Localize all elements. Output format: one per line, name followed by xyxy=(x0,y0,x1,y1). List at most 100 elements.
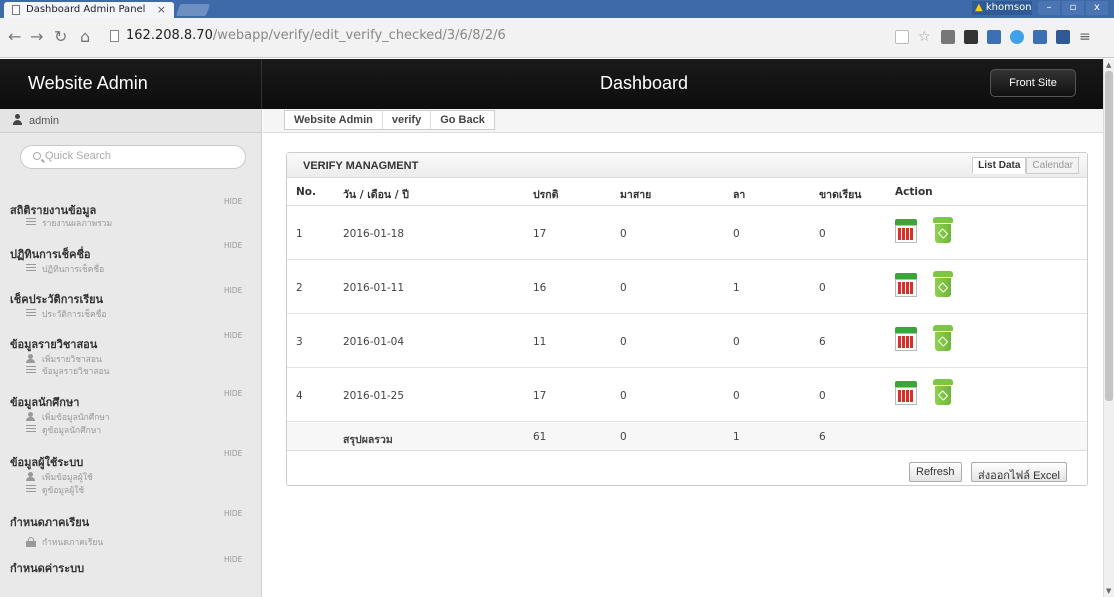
download-icon[interactable] xyxy=(987,30,1001,44)
hide-toggle[interactable]: HIDE xyxy=(224,286,242,295)
cell-absent: 0 xyxy=(819,282,826,294)
section-title[interactable]: เช็คประวัติการเรียน xyxy=(10,290,103,308)
section-title[interactable]: กำหนดภาคเรียน xyxy=(10,513,89,531)
breadcrumb-website-admin[interactable]: Website Admin xyxy=(285,111,383,129)
cell-leave: 0 xyxy=(733,336,740,348)
star-icon[interactable]: ☆ xyxy=(918,30,932,44)
maximize-button[interactable]: ▫ xyxy=(1062,1,1084,15)
sidebar-item-add-student[interactable]: เพิ่มข้อมูลนักศึกษา xyxy=(26,410,110,424)
hide-toggle[interactable]: HIDE xyxy=(224,509,242,518)
hide-toggle[interactable]: HIDE xyxy=(224,241,242,250)
recycle-bin-icon[interactable] xyxy=(933,217,953,243)
cell-absent: 0 xyxy=(819,228,826,240)
list-icon xyxy=(26,264,36,272)
verify-panel: VERIFY MANAGMENT List Data Calendar No. … xyxy=(286,152,1088,486)
section-title[interactable]: ข้อมูลรายวิชาสอน xyxy=(10,335,97,353)
back-arrow-icon[interactable]: ← xyxy=(8,27,21,46)
table-row: 4 2016-01-25 17 0 0 0 xyxy=(287,368,1087,422)
cell-date: 2016-01-18 xyxy=(343,228,405,240)
cell-leave: 1 xyxy=(733,282,740,294)
export-excel-button[interactable]: ส่งออกไฟล์ Excel xyxy=(971,462,1067,482)
user-name: admin xyxy=(29,115,59,127)
sidebar-item-course-list[interactable]: ข้อมูลรายวิชาสอน xyxy=(26,364,109,378)
section-title[interactable]: ข้อมูลนักศึกษา xyxy=(10,393,79,411)
recycle-bin-icon[interactable] xyxy=(933,271,953,297)
cell-date: 2016-01-04 xyxy=(343,336,405,348)
cell-absent: 0 xyxy=(819,390,826,402)
tab-close-icon[interactable]: × xyxy=(157,3,166,16)
tab-title: Dashboard Admin Panel xyxy=(26,4,146,15)
hide-toggle[interactable]: HIDE xyxy=(224,555,242,564)
scroll-down-icon[interactable]: ▼ xyxy=(1106,587,1111,595)
add-user-icon xyxy=(26,412,36,421)
sidebar-item-overview-report[interactable]: รายงานผลภาพรวม xyxy=(26,216,112,230)
new-tab-button[interactable] xyxy=(175,4,211,16)
section-title[interactable]: ปฏิทินการเช็คชื่อ xyxy=(10,245,91,263)
hide-toggle[interactable]: HIDE xyxy=(224,331,242,340)
tab-calendar[interactable]: Calendar xyxy=(1026,157,1079,174)
save-icon[interactable] xyxy=(1033,30,1047,44)
home-icon[interactable]: ⌂ xyxy=(80,27,90,46)
view-tabs: List Data Calendar xyxy=(972,157,1079,174)
sidebar-item-view-users[interactable]: ดูข้อมูลผู้ใช้ xyxy=(26,483,84,497)
section-title[interactable]: ข้อมูลผู้ใช้ระบบ xyxy=(10,453,83,471)
cell-late: 0 xyxy=(620,282,627,294)
user-bar[interactable]: admin xyxy=(0,109,261,133)
tab-list-data[interactable]: List Data xyxy=(972,157,1027,174)
reload-icon[interactable]: ↻ xyxy=(54,27,67,46)
sidebar: admin Quick Search สถิติรายงานข้อมูล HID… xyxy=(0,109,262,597)
hide-toggle[interactable]: HIDE xyxy=(224,389,242,398)
extension-icon[interactable] xyxy=(941,30,955,44)
cell-present: 17 xyxy=(533,390,547,402)
col-no: No. xyxy=(296,186,316,198)
window-user-badge[interactable]: ▲ khomson xyxy=(972,1,1032,15)
recycle-bin-icon[interactable] xyxy=(933,379,953,405)
calendar-icon[interactable] xyxy=(895,273,917,297)
battery-icon[interactable] xyxy=(964,30,978,44)
page-scrollbar[interactable]: ▲ ▼ xyxy=(1103,59,1114,597)
hide-toggle[interactable]: HIDE xyxy=(224,197,242,206)
sidebar-item-set-semester[interactable]: กำหนดภาคเรียน xyxy=(26,535,103,549)
sidebar-item-checkin-calendar[interactable]: ปฏิทินการเช็คชื่อ xyxy=(26,262,104,276)
breadcrumb-verify[interactable]: verify xyxy=(383,111,432,129)
browser-tab[interactable]: Dashboard Admin Panel × xyxy=(4,2,174,18)
cell-no: 2 xyxy=(296,282,303,294)
close-window-button[interactable]: x xyxy=(1086,1,1108,15)
calendar-icon[interactable] xyxy=(895,381,917,405)
pocket-icon[interactable] xyxy=(1056,30,1070,44)
sidebar-item-label: ประวัติการเช็คชื่อ xyxy=(42,310,107,320)
sidebar-item-add-user[interactable]: เพิ่มข้อมูลผู้ใช้ xyxy=(26,470,93,484)
table-row: 2 2016-01-11 16 0 1 0 xyxy=(287,260,1087,314)
breadcrumb-go-back[interactable]: Go Back xyxy=(431,111,494,129)
calendar-icon[interactable] xyxy=(895,219,917,243)
translate-icon[interactable] xyxy=(895,30,909,44)
sidebar-item-view-students[interactable]: ดูข้อมูลนักศึกษา xyxy=(26,423,101,437)
recycle-bin-icon[interactable] xyxy=(933,325,953,351)
brand-title[interactable]: Website Admin xyxy=(0,59,262,109)
url-input[interactable]: 162.208.8.70/webapp/verify/edit_verify_c… xyxy=(108,25,993,49)
list-icon xyxy=(26,485,36,493)
section-title[interactable]: กำหนดค่าระบบ xyxy=(10,559,84,577)
minimize-button[interactable]: – xyxy=(1038,1,1060,15)
scrollbar-thumb[interactable] xyxy=(1105,71,1113,401)
refresh-button[interactable]: Refresh xyxy=(909,462,962,482)
list-icon xyxy=(26,218,36,226)
scroll-up-icon[interactable]: ▲ xyxy=(1106,61,1111,69)
search-icon xyxy=(33,152,41,160)
summary-label: สรุปผลรวม xyxy=(343,434,393,446)
lock-icon xyxy=(26,537,36,547)
sidebar-item-checkin-history[interactable]: ประวัติการเช็คชื่อ xyxy=(26,307,107,321)
menu-icon[interactable]: ≡ xyxy=(1079,30,1093,44)
calendar-icon[interactable] xyxy=(895,327,917,351)
quick-search-input[interactable]: Quick Search xyxy=(20,145,246,169)
summary-absent: 6 xyxy=(819,431,826,443)
window-controls: – ▫ x xyxy=(1038,1,1108,15)
url-host: 162.208.8.70 xyxy=(126,28,213,43)
front-site-button[interactable]: Front Site xyxy=(990,69,1076,97)
app-header: Website Admin Dashboard Front Site xyxy=(0,59,1103,109)
shield-icon[interactable] xyxy=(1010,30,1024,44)
hide-toggle[interactable]: HIDE xyxy=(224,449,242,458)
cell-late: 0 xyxy=(620,336,627,348)
forward-arrow-icon[interactable]: → xyxy=(30,27,43,46)
sidebar-item-label: ปฏิทินการเช็คชื่อ xyxy=(42,265,105,275)
